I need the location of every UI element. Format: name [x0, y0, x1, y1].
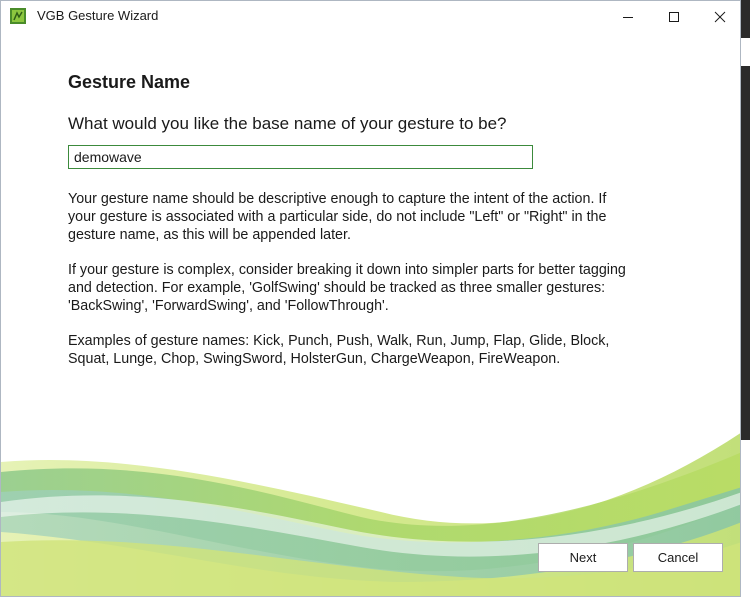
- maximize-icon: [669, 11, 679, 22]
- close-icon: [714, 11, 726, 22]
- minimize-icon: [623, 16, 633, 18]
- wizard-content: Gesture Name What would you like the bas…: [1, 32, 740, 596]
- decorative-wave-background: [1, 433, 740, 596]
- window-title: VGB Gesture Wizard: [37, 8, 159, 23]
- cancel-button[interactable]: Cancel: [633, 543, 723, 572]
- desktop-window-edge: [740, 38, 750, 66]
- kinect-gesture-app-icon: [10, 8, 26, 24]
- desktop-window-edge: [740, 440, 750, 600]
- name-question: What would you like the base name of you…: [68, 114, 507, 133]
- page-heading: Gesture Name: [68, 72, 191, 92]
- title-bar[interactable]: VGB Gesture Wizard: [1, 1, 740, 32]
- gesture-name-input[interactable]: [68, 145, 533, 169]
- desktop-background: [740, 0, 750, 600]
- minimize-button[interactable]: [605, 1, 651, 32]
- maximize-button[interactable]: [651, 1, 697, 32]
- description-paragraph: Your gesture name should be descriptive …: [68, 191, 607, 243]
- close-button[interactable]: [697, 1, 740, 32]
- complexity-paragraph: If your gesture is complex, consider bre…: [68, 262, 626, 314]
- next-button[interactable]: Next: [538, 543, 628, 572]
- wizard-window: VGB Gesture Wizard Gesture Name What wou…: [0, 0, 741, 597]
- examples-paragraph: Examples of gesture names: Kick, Punch, …: [68, 333, 610, 367]
